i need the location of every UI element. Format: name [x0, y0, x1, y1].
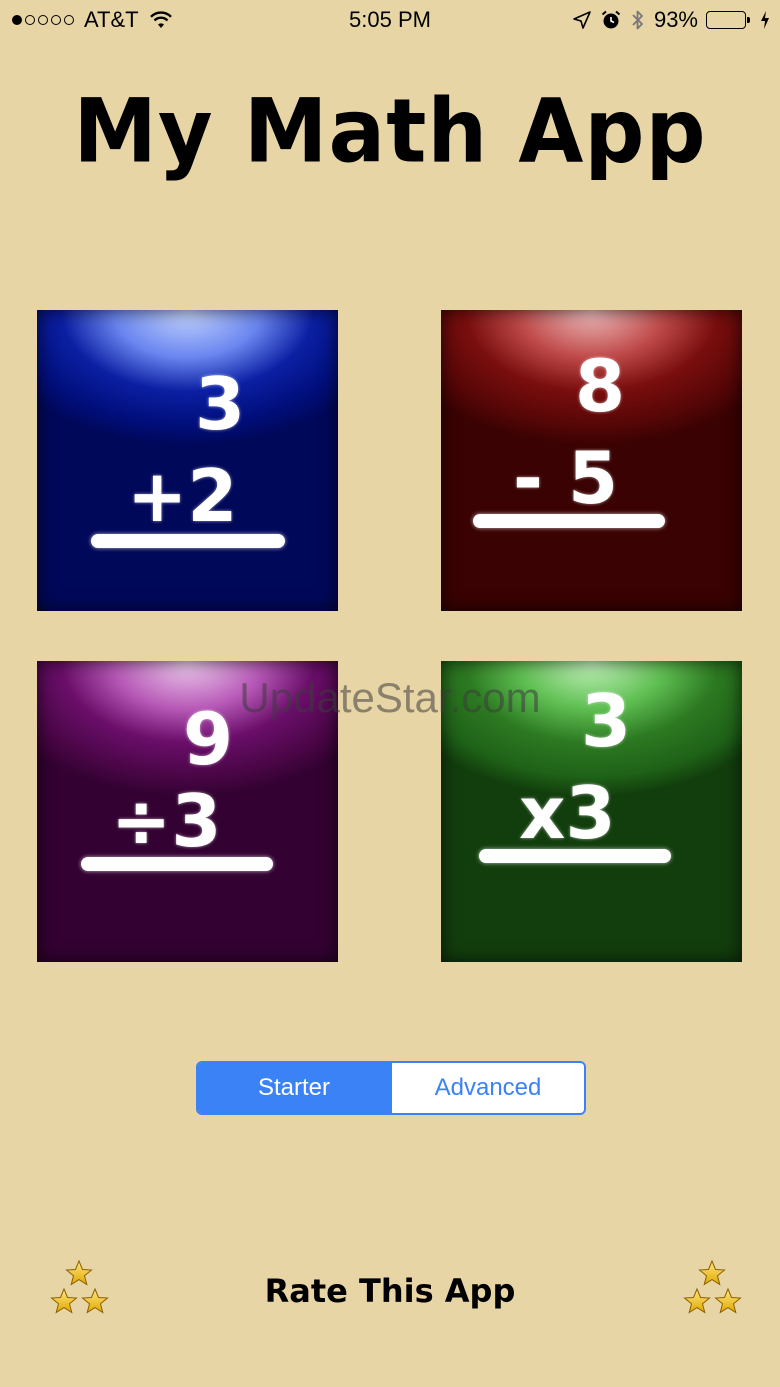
tile-bottom-operand: ÷3 — [111, 779, 222, 863]
tile-bottom-operand: x3 — [519, 771, 616, 855]
status-bar: AT&T 5:05 PM 93% — [0, 0, 780, 40]
advanced-segment[interactable]: Advanced — [390, 1063, 584, 1113]
rate-app-button[interactable]: Rate This App — [0, 1272, 780, 1310]
subtraction-tile[interactable]: 8 - 5 — [441, 310, 742, 611]
tile-bottom-operand: - 5 — [513, 436, 619, 520]
level-selector: Starter Advanced — [196, 1061, 586, 1115]
location-arrow-icon — [573, 11, 591, 29]
tile-underline — [479, 849, 671, 863]
watermark-text: UpdateStar.com — [239, 674, 541, 721]
starter-segment[interactable]: Starter — [198, 1063, 390, 1113]
tile-bottom-operand: +2 — [127, 454, 238, 538]
tile-underline — [91, 534, 285, 548]
app-title: My Math App — [73, 79, 707, 183]
bluetooth-icon — [632, 10, 643, 30]
tile-top-number: 3 — [195, 362, 246, 446]
tile-underline — [81, 857, 273, 871]
alarm-clock-icon — [601, 10, 621, 29]
stars-icon[interactable] — [682, 1259, 744, 1321]
battery-icon — [706, 10, 752, 30]
battery-percentage: 93% — [653, 7, 698, 32]
addition-tile[interactable]: 3 +2 — [37, 310, 338, 611]
status-right: 93% — [572, 7, 770, 33]
tile-top-number: 8 — [575, 344, 626, 428]
charging-bolt-icon — [761, 11, 769, 29]
tile-underline — [473, 514, 665, 528]
